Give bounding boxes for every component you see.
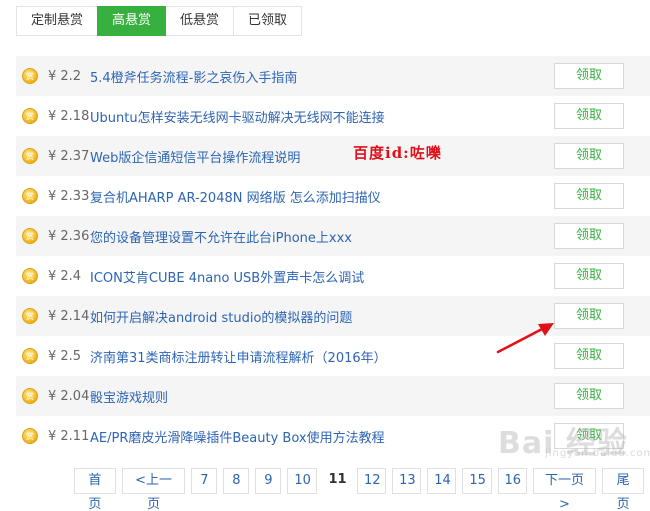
page-link-13[interactable]: 13 (392, 468, 422, 494)
reward-amount: ¥ 2.11 (48, 428, 90, 444)
task-title-link[interactable]: 您的设备管理设置不允许在此台iPhone上xxx (90, 227, 352, 246)
reward-amount: ¥ 2.33 (48, 188, 90, 204)
page-link-7[interactable]: 7 (191, 468, 218, 494)
reward-amount: ¥ 2.2 (48, 68, 82, 84)
tab-custom-reward[interactable]: 定制悬赏 (16, 6, 99, 36)
claim-button[interactable]: 领取 (554, 223, 624, 249)
list-item: 赏 ¥ 2.33 复合机AHARP AR-2048N 网络版 怎么添加扫描仪 领… (16, 176, 650, 216)
list-item: 赏 ¥ 2.04 骰宝游戏规则 领取 (16, 376, 650, 416)
task-title-link[interactable]: AE/PR磨皮光滑降噪插件Beauty Box使用方法教程 (90, 427, 385, 446)
prev-page-button[interactable]: <上一页 (121, 468, 186, 511)
coin-icon: 赏 (22, 228, 38, 244)
task-list: 赏 ¥ 2.2 5.4橙斧任务流程-影之哀伤入手指南 领取 赏 ¥ 2.18 U… (16, 56, 650, 456)
reward-amount: ¥ 2.04 (48, 388, 90, 404)
tab-high-reward[interactable]: 高悬赏 (97, 6, 167, 36)
task-title-link[interactable]: 如何开启解决android studio的模拟器的问题 (90, 307, 352, 326)
first-page-button[interactable]: 首页 (74, 468, 116, 511)
claim-button[interactable]: 领取 (554, 303, 624, 329)
claim-button[interactable]: 领取 (554, 343, 624, 369)
author-annotation: 百度id:咗嚛 (353, 144, 442, 162)
last-page-button[interactable]: 尾页 (602, 468, 645, 511)
watermark-url: jingyan.baidu.com (545, 448, 650, 459)
reward-amount: ¥ 2.36 (48, 228, 90, 244)
claim-button[interactable]: 领取 (554, 103, 624, 129)
red-arrow-icon (496, 323, 554, 354)
tab-low-reward[interactable]: 低悬赏 (165, 6, 235, 36)
page-link-12[interactable]: 12 (357, 468, 387, 494)
tab-claimed[interactable]: 已领取 (233, 6, 303, 36)
list-item: 赏 ¥ 2.18 Ubuntu怎样安装无线网卡驱动解决无线网不能连接 领取 (16, 96, 650, 136)
claim-button[interactable]: 领取 (554, 183, 624, 209)
reward-amount: ¥ 2.4 (48, 268, 82, 284)
coin-icon: 赏 (22, 268, 38, 284)
list-item: 赏 ¥ 2.4 ICON艾肯CUBE 4nano USB外置声卡怎么调试 领取 (16, 256, 650, 296)
task-title-link[interactable]: 5.4橙斧任务流程-影之哀伤入手指南 (90, 67, 297, 86)
task-title-link[interactable]: 复合机AHARP AR-2048N 网络版 怎么添加扫描仪 (90, 187, 381, 206)
coin-icon: 赏 (22, 148, 38, 164)
page-link-14[interactable]: 14 (427, 468, 457, 494)
coin-icon: 赏 (22, 68, 38, 84)
claim-button[interactable]: 领取 (554, 63, 624, 89)
task-title-link[interactable]: Web版企信通短信平台操作流程说明 (90, 147, 300, 166)
claim-button[interactable]: 领取 (554, 263, 624, 289)
claim-button[interactable]: 领取 (554, 143, 624, 169)
list-item: 赏 ¥ 2.2 5.4橙斧任务流程-影之哀伤入手指南 领取 (16, 56, 650, 96)
page-link-9[interactable]: 9 (255, 468, 282, 494)
claim-button[interactable]: 领取 (554, 383, 624, 409)
task-title-link[interactable]: ICON艾肯CUBE 4nano USB外置声卡怎么调试 (90, 267, 364, 286)
reward-amount: ¥ 2.5 (48, 348, 82, 364)
page-link-8[interactable]: 8 (223, 468, 250, 494)
reward-tabs: 定制悬赏 高悬赏 低悬赏 已领取 (16, 6, 303, 36)
list-item: 赏 ¥ 2.37 Web版企信通短信平台操作流程说明 领取 (16, 136, 650, 176)
pagination: 首页 <上一页 7 8 9 10 11 12 13 14 15 16 下一页> … (74, 468, 650, 511)
coin-icon: 赏 (22, 388, 38, 404)
coin-icon: 赏 (22, 428, 38, 444)
reward-amount: ¥ 2.14 (48, 308, 90, 324)
page-link-15[interactable]: 15 (462, 468, 492, 494)
coin-icon: 赏 (22, 108, 38, 124)
coin-icon: 赏 (22, 188, 38, 204)
task-title-link[interactable]: Ubuntu怎样安装无线网卡驱动解决无线网不能连接 (90, 107, 385, 126)
page-link-16[interactable]: 16 (497, 468, 527, 494)
next-page-button[interactable]: 下一页> (532, 468, 597, 511)
page-link-10[interactable]: 10 (287, 468, 317, 494)
reward-amount: ¥ 2.18 (48, 108, 90, 124)
list-item: 赏 ¥ 2.36 您的设备管理设置不允许在此台iPhone上xxx 领取 (16, 216, 650, 256)
reward-amount: ¥ 2.37 (48, 148, 90, 164)
task-title-link[interactable]: 济南第31类商标注册转让申请流程解析（2016年） (90, 347, 387, 366)
coin-icon: 赏 (22, 308, 38, 324)
task-title-link[interactable]: 骰宝游戏规则 (90, 387, 168, 406)
current-page: 11 (322, 468, 352, 494)
coin-icon: 赏 (22, 348, 38, 364)
